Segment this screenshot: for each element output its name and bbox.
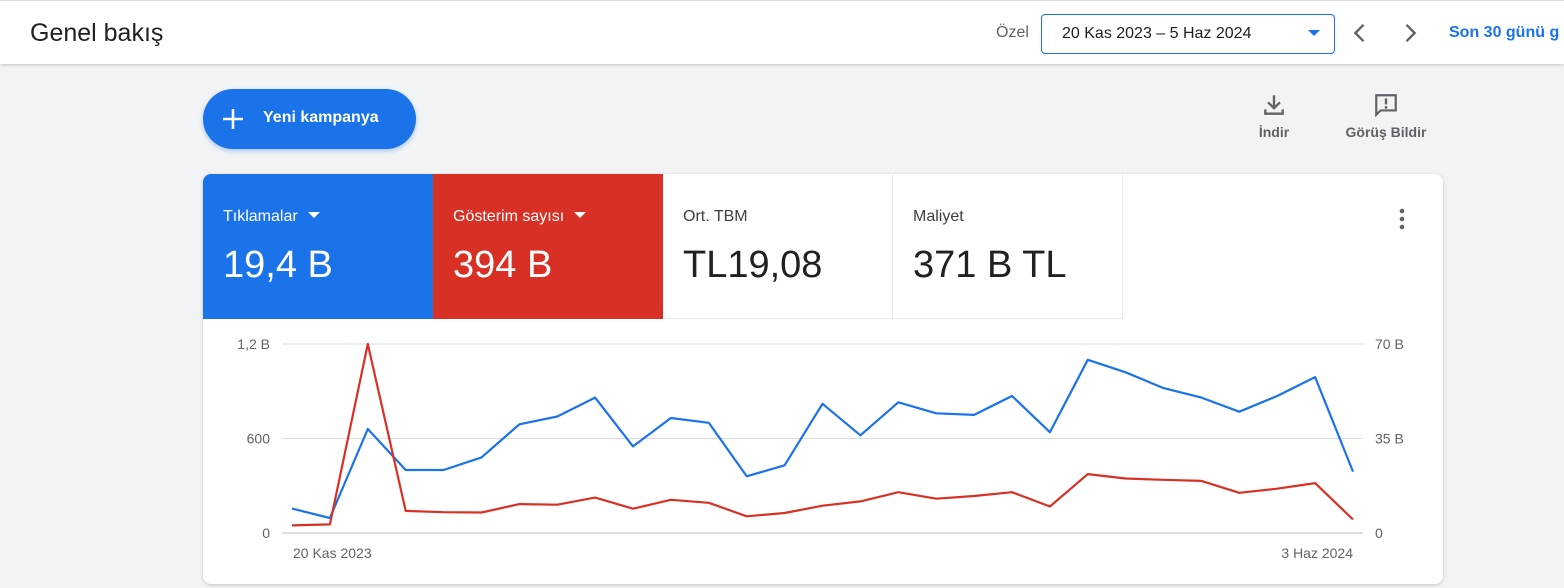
metric-impressions-label: Gösterim sayısı <box>453 208 565 225</box>
date-range-value: 20 Kas 2023 – 5 Haz 2024 <box>1062 25 1252 42</box>
metric-impressions-label-wrap: Gösterim sayısı <box>453 208 587 226</box>
top-header: Genel bakış Özel 20 Kas 2023 – 5 Haz 202… <box>0 0 1564 64</box>
download-button[interactable]: İndir <box>1244 92 1304 140</box>
caret-down-icon[interactable] <box>307 211 320 218</box>
dropdown-arrow-icon <box>1308 30 1320 36</box>
y-right-tick-label: 35 B <box>1375 431 1404 447</box>
new-campaign-button[interactable]: Yeni kampanya <box>203 89 416 149</box>
feedback-label: Görüş Bildir <box>1345 124 1427 140</box>
metric-avg-cpc-value: TL19,08 <box>683 244 823 286</box>
metric-impressions[interactable]: Gösterim sayısı 394 B <box>433 174 663 319</box>
x-tick-label: 20 Kas 2023 <box>293 545 372 561</box>
chevron-right-icon[interactable] <box>1396 19 1424 47</box>
metric-impressions-value: 394 B <box>453 244 553 286</box>
metric-cost-label: Maliyet <box>913 208 964 225</box>
performance-line-chart: 0 0 600 35 B 1,2 B 70 B 20 Kas 2023 3 Haz 2024 <box>237 336 1404 561</box>
quick-range-link[interactable]: Son 30 günü g <box>1449 24 1559 42</box>
download-icon <box>1264 95 1284 115</box>
download-label: İndir <box>1258 124 1290 140</box>
metric-avg-cpc-label: Ort. TBM <box>683 208 748 225</box>
new-campaign-label: Yeni kampanya <box>263 109 379 126</box>
metric-clicks[interactable]: Tıklamalar 19,4 B <box>203 174 433 319</box>
metric-avg-cpc[interactable]: Ort. TBM TL19,08 <box>663 174 893 319</box>
more-vert-icon[interactable] <box>1393 206 1411 232</box>
y-right-tick-label: 0 <box>1375 525 1383 541</box>
date-range-picker[interactable]: 20 Kas 2023 – 5 Haz 2024 <box>1041 14 1335 54</box>
feedback-icon <box>1375 94 1397 118</box>
y-left-tick-label: 600 <box>247 431 271 447</box>
y-left-tick-label: 0 <box>262 525 270 541</box>
metric-cost[interactable]: Maliyet 371 B TL <box>893 174 1123 319</box>
chevron-left-icon[interactable] <box>1346 19 1374 47</box>
y-right-tick-label: 70 B <box>1375 336 1404 352</box>
series-line-impressions <box>291 342 1354 527</box>
metric-cost-value: 371 B TL <box>913 244 1067 286</box>
overview-card: Tıklamalar 19,4 B Gösterim sayısı 394 B … <box>203 174 1443 584</box>
date-type-label: Özel <box>996 24 1029 41</box>
metric-clicks-label: Tıklamalar <box>223 208 298 225</box>
plus-icon <box>223 109 243 129</box>
page-title: Genel bakış <box>30 19 164 47</box>
y-left-tick-label: 1,2 B <box>237 336 270 352</box>
feedback-button[interactable]: Görüş Bildir <box>1336 92 1436 140</box>
caret-down-icon[interactable] <box>574 211 587 218</box>
x-tick-label: 3 Haz 2024 <box>1281 545 1353 561</box>
metric-clicks-label-wrap: Tıklamalar <box>223 208 320 226</box>
metric-clicks-value: 19,4 B <box>223 244 333 286</box>
